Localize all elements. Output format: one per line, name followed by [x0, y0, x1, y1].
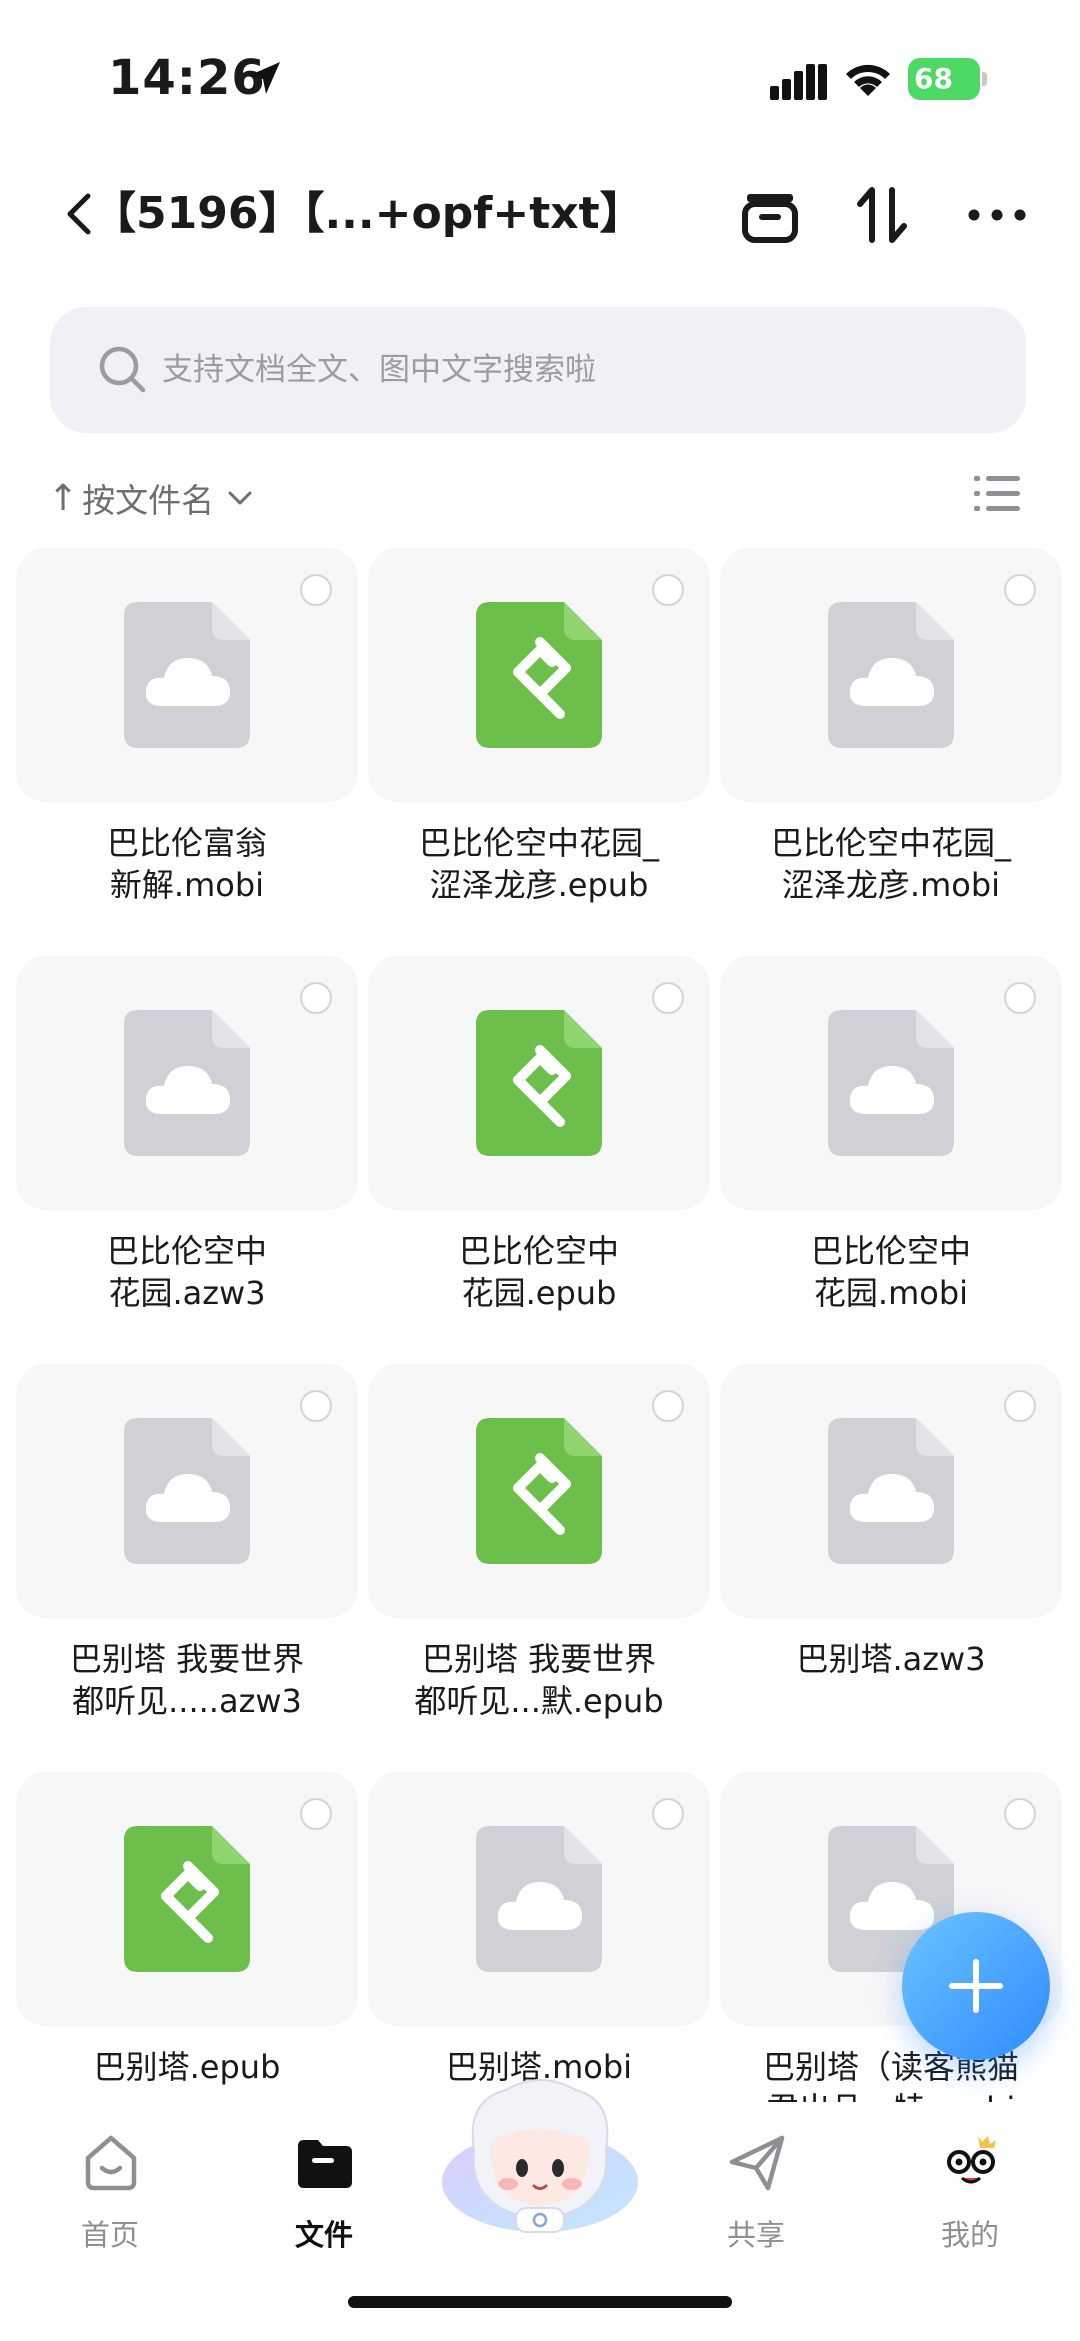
location-arrow-icon: [248, 62, 280, 94]
select-checkbox[interactable]: [1004, 982, 1036, 1014]
home-indicator: [348, 2296, 732, 2308]
select-checkbox[interactable]: [652, 982, 684, 1014]
sort-selector[interactable]: ↑ 按文件名: [48, 468, 254, 528]
status-bar: 14:26 68: [0, 0, 1080, 150]
file-name-line2: 涩泽龙彦.epub: [429, 866, 649, 904]
add-button[interactable]: [902, 1912, 1050, 2060]
select-checkbox[interactable]: [652, 1390, 684, 1422]
file-name: 巴比伦空中花园.azw3: [16, 1230, 358, 1314]
status-time: 14:26: [108, 50, 266, 106]
search-bar[interactable]: [50, 307, 1026, 433]
file-name-line1: 巴比伦空中花园_: [770, 824, 1011, 862]
select-checkbox[interactable]: [1004, 1390, 1036, 1422]
file-thumbnail[interactable]: [720, 548, 1062, 802]
file-thumbnail[interactable]: [368, 548, 710, 802]
select-checkbox[interactable]: [300, 1798, 332, 1830]
folder-icon: [298, 2140, 352, 2188]
battery-icon: 68: [908, 58, 988, 100]
file-name-line2: 涩泽龙彦.mobi: [781, 866, 1001, 904]
select-checkbox[interactable]: [300, 574, 332, 606]
archive-box-icon[interactable]: [735, 180, 805, 250]
select-checkbox[interactable]: [1004, 1798, 1036, 1830]
tab-home[interactable]: 首页: [30, 2132, 190, 2262]
chevron-down-icon: [228, 491, 252, 505]
search-input[interactable]: [162, 331, 982, 409]
file-name: 巴别塔.azw3: [720, 1638, 1062, 1680]
tab-share[interactable]: 共享: [676, 2132, 836, 2262]
sort-up-arrow-icon: ↑: [48, 477, 79, 519]
cloud-file-icon: [828, 1418, 954, 1564]
tab-label-home: 首页: [80, 2218, 139, 2252]
home-icon: [85, 2135, 137, 2191]
file-thumbnail[interactable]: [16, 956, 358, 1210]
file-name-line1: 巴别塔 我要世界: [69, 1640, 305, 1678]
file-name: 巴比伦空中花园.mobi: [720, 1230, 1062, 1314]
file-name-line1: 巴比伦空中: [810, 1232, 971, 1270]
tab-profile[interactable]: 我的: [890, 2132, 1050, 2262]
file-thumbnail[interactable]: [16, 548, 358, 802]
file-name: 巴比伦空中花园_ 涩泽龙彦.epub: [368, 822, 710, 906]
file-name-line1: 巴别塔.epub: [93, 2048, 281, 2086]
cloud-file-icon: [828, 602, 954, 748]
file-name-line1: 巴别塔 我要世界: [421, 1640, 657, 1678]
tab-label-profile: 我的: [940, 2218, 999, 2252]
more-icon[interactable]: [962, 180, 1032, 250]
file-name: 巴别塔 我要世界 都听见.....azw3: [16, 1638, 358, 1722]
file-thumbnail[interactable]: [368, 1772, 710, 2026]
file-name-line2: 花园.mobi: [813, 1274, 969, 1312]
file-thumbnail[interactable]: [368, 956, 710, 1210]
battery-level: 68: [908, 58, 980, 100]
epub-file-icon: [476, 1010, 602, 1156]
file-thumbnail[interactable]: [368, 1364, 710, 1618]
select-checkbox[interactable]: [300, 982, 332, 1014]
sort-label: 按文件名: [82, 481, 215, 520]
file-name-line1: 巴比伦空中: [106, 1232, 267, 1270]
cloud-file-icon: [124, 1418, 250, 1564]
tab-label-share: 共享: [726, 2218, 785, 2252]
file-name: 巴比伦富翁新解.mobi: [16, 822, 358, 906]
file-name-line2: 都听见...默.epub: [414, 1682, 664, 1720]
file-name-line1: 巴比伦空中: [458, 1232, 619, 1270]
file-name: 巴别塔.epub: [16, 2046, 358, 2088]
file-thumbnail[interactable]: [16, 1364, 358, 1618]
file-name: 巴比伦空中花园_ 涩泽龙彦.mobi: [720, 822, 1062, 906]
tab-label-files: 文件: [294, 2218, 353, 2252]
cloud-file-icon: [476, 1826, 602, 1972]
epub-file-icon: [124, 1826, 250, 1972]
file-thumbnail[interactable]: [720, 956, 1062, 1210]
page-title: 【5196】【...+opf+txt】: [92, 188, 644, 239]
cloud-file-icon: [828, 1010, 954, 1156]
file-name-line1: 巴别塔.azw3: [796, 1640, 986, 1678]
share-icon: [729, 2135, 785, 2191]
wifi-icon: [846, 64, 890, 96]
cloud-file-icon: [124, 1010, 250, 1156]
header: 【5196】【...+opf+txt】: [0, 160, 1080, 270]
select-checkbox[interactable]: [652, 574, 684, 606]
list-view-icon[interactable]: [974, 474, 1020, 514]
file-name-line1: 巴比伦富翁: [106, 824, 267, 862]
file-thumbnail[interactable]: [16, 1772, 358, 2026]
search-icon: [99, 346, 146, 393]
file-name-line1: 巴别塔（读客熊猫: [762, 2048, 1019, 2086]
sort-toggle-icon[interactable]: [848, 180, 918, 250]
file-name: 巴别塔 我要世界 都听见...默.epub: [368, 1638, 710, 1722]
select-checkbox[interactable]: [652, 1798, 684, 1830]
cellular-signal-icon: [770, 64, 827, 100]
profile-icon: [947, 2136, 996, 2184]
file-name-line2: 新解.mobi: [109, 866, 265, 904]
select-checkbox[interactable]: [300, 1390, 332, 1422]
file-name: 巴比伦空中花园.epub: [368, 1230, 710, 1314]
file-name-line2: 花园.epub: [461, 1274, 617, 1312]
epub-file-icon: [476, 602, 602, 748]
plus-icon: [949, 1959, 1003, 2013]
file-name-line1: 巴比伦空中花园_: [418, 824, 659, 862]
file-name-line2: 都听见.....azw3: [72, 1682, 302, 1720]
file-thumbnail[interactable]: [720, 1364, 1062, 1618]
file-name-line2: 花园.azw3: [108, 1274, 266, 1312]
select-checkbox[interactable]: [1004, 574, 1036, 606]
cloud-file-icon: [124, 602, 250, 748]
tab-files[interactable]: 文件: [244, 2132, 404, 2262]
mascot-center-button[interactable]: [436, 2070, 644, 2238]
epub-file-icon: [476, 1418, 602, 1564]
